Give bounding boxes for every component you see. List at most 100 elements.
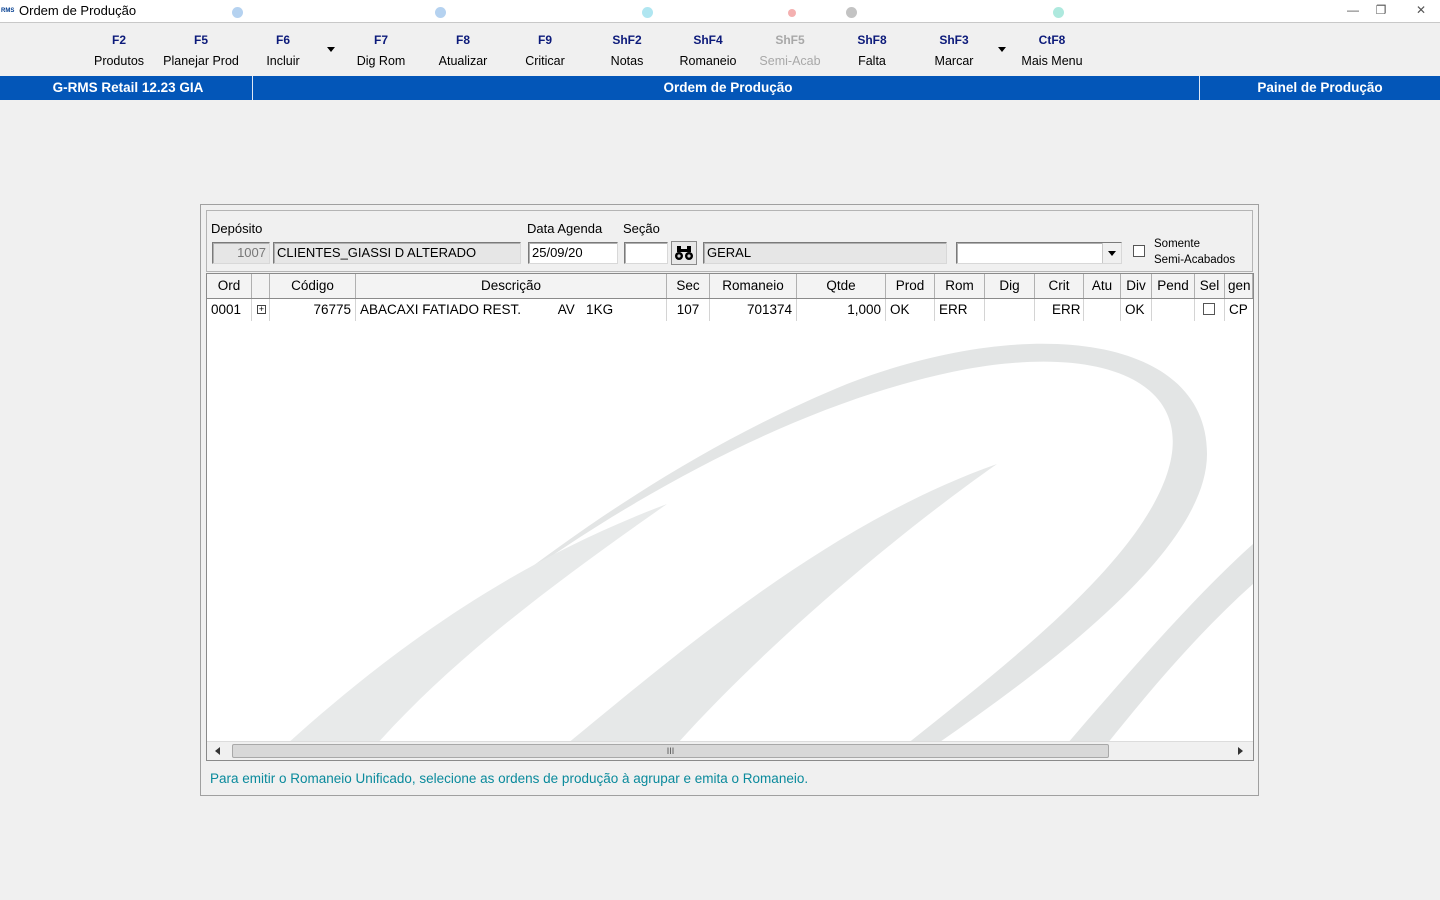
- scroll-left-arrow-icon[interactable]: [215, 747, 220, 755]
- cell-gen: CP: [1229, 302, 1248, 317]
- data-agenda-field[interactable]: 25/09/20: [528, 242, 618, 264]
- app-icon: RMS: [1, 8, 15, 14]
- column-header[interactable]: Rom: [935, 274, 985, 298]
- column-header[interactable]: Prod: [886, 274, 935, 298]
- row-select-checkbox[interactable]: [1203, 303, 1215, 315]
- button-label: Produtos: [93, 54, 145, 68]
- shortcut-key: F2: [111, 33, 126, 47]
- button-label: Planejar Prod: [163, 54, 239, 68]
- criticar-button[interactable]: F9 Criticar: [502, 31, 588, 70]
- column-header[interactable]: Pend: [1152, 274, 1195, 298]
- cell-sec: 107: [667, 299, 710, 321]
- column-header[interactable]: Dig: [985, 274, 1035, 298]
- orders-grid: Ord Código Descrição Sec Romaneio Qtde P…: [206, 273, 1254, 761]
- marcar-button[interactable]: ShF3 Marcar: [911, 31, 997, 70]
- ghost-app-icon: [788, 9, 796, 17]
- binoculars-icon: [675, 246, 693, 260]
- incluir-dropdown-arrow-icon[interactable]: [327, 47, 335, 52]
- chevron-down-icon[interactable]: [1102, 243, 1121, 263]
- shortcut-key: F8: [455, 33, 470, 47]
- planejar-prod-button[interactable]: F5 Planejar Prod: [158, 31, 244, 70]
- scroll-right-arrow-icon[interactable]: [1238, 747, 1243, 755]
- button-label: Notas: [610, 54, 644, 68]
- column-header[interactable]: Sec: [667, 274, 710, 298]
- ghost-app-icon: [1053, 7, 1064, 18]
- shortcut-key: F9: [537, 33, 552, 47]
- hint-message: Para emitir o Romaneio Unificado, seleci…: [210, 771, 809, 786]
- button-label: Criticar: [525, 54, 565, 68]
- button-label: Falta: [858, 54, 886, 68]
- grid-header: Ord Código Descrição Sec Romaneio Qtde P…: [207, 274, 1253, 299]
- filter-group: Depósito 1007 CLIENTES_GIASSI D ALTERADO…: [206, 210, 1253, 272]
- shortcut-key: F5: [193, 33, 208, 47]
- shortcut-key: F6: [275, 33, 290, 47]
- search-binoculars-button[interactable]: [671, 241, 697, 265]
- falta-button[interactable]: ShF8 Falta: [829, 31, 915, 70]
- column-header[interactable]: gen: [1225, 274, 1253, 298]
- semi-acabados-label: Semi-Acabados: [1154, 254, 1236, 266]
- minimize-button[interactable]: —: [1338, 0, 1368, 20]
- restore-button[interactable]: ❐: [1366, 0, 1396, 20]
- shortcut-key: ShF8: [857, 33, 887, 47]
- cell-atu: [1084, 299, 1121, 321]
- somente-semi-acabados-checkbox[interactable]: [1133, 245, 1145, 257]
- column-header[interactable]: Descrição: [356, 274, 667, 298]
- column-header[interactable]: Sel: [1195, 274, 1225, 298]
- table-row[interactable]: 0001 + 76775 ABACAXI FATIADO REST. AV 1K…: [207, 299, 1253, 321]
- scroll-thumb[interactable]: III: [232, 744, 1109, 758]
- cell-crit: ERR: [1035, 299, 1084, 321]
- cell-prod: OK: [886, 299, 935, 321]
- close-button[interactable]: ✕: [1406, 0, 1436, 20]
- button-label: Mais Menu: [1021, 54, 1083, 68]
- deposito-code-field[interactable]: 1007: [212, 242, 270, 264]
- filter-combobox[interactable]: [956, 242, 1122, 264]
- column-header[interactable]: Qtde: [797, 274, 886, 298]
- ghost-app-icon: [232, 7, 243, 18]
- cell-expander: +: [252, 299, 270, 321]
- button-label: Atualizar: [438, 54, 488, 68]
- dig-rom-button[interactable]: F7 Dig Rom: [338, 31, 424, 70]
- product-version: G-RMS Retail 12.23 GIA: [52, 80, 204, 95]
- cell-rom: ERR: [935, 299, 985, 321]
- button-label: Romaneio: [679, 54, 737, 68]
- divider: [252, 76, 253, 100]
- notas-button[interactable]: ShF2 Notas: [584, 31, 670, 70]
- semi-acab-button[interactable]: ShF5 Semi-Acab: [747, 31, 833, 70]
- button-label: Semi-Acab: [759, 54, 821, 68]
- shortcut-key: ShF5: [775, 33, 805, 47]
- column-header[interactable]: Ord: [207, 274, 252, 298]
- expand-plus-icon[interactable]: +: [257, 305, 266, 314]
- romaneio-button[interactable]: ShF4 Romaneio: [665, 31, 751, 70]
- watermark-swoosh: [287, 343, 1253, 744]
- column-header[interactable]: Código: [270, 274, 356, 298]
- secao-field[interactable]: [624, 242, 668, 264]
- horizontal-scrollbar[interactable]: III: [207, 741, 1253, 760]
- cell-div: OK: [1121, 299, 1152, 321]
- cell-qtde: 1,000: [797, 299, 886, 321]
- column-header[interactable]: Atu: [1084, 274, 1121, 298]
- cell-romaneio: 701374: [710, 299, 797, 321]
- somente-label: Somente: [1154, 238, 1201, 250]
- mais-menu-button[interactable]: CtF8 Mais Menu: [1009, 31, 1095, 70]
- background-taskbar-ghost: [160, 4, 1340, 20]
- title-bar: RMS Ordem de Produção — ❐ ✕: [0, 0, 1440, 23]
- atualizar-button[interactable]: F8 Atualizar: [420, 31, 506, 70]
- deposito-name-field: CLIENTES_GIASSI D ALTERADO: [273, 242, 521, 264]
- cell-dig: [985, 299, 1035, 321]
- module-status-bar: G-RMS Retail 12.23 GIA Ordem de Produção…: [0, 76, 1440, 100]
- produtos-button[interactable]: F2 Produtos: [76, 31, 162, 70]
- column-header[interactable]: Romaneio: [710, 274, 797, 298]
- incluir-button[interactable]: F6 Incluir: [240, 31, 326, 70]
- painel-link[interactable]: Painel de Produção: [1200, 76, 1440, 100]
- deposito-label: Depósito: [211, 221, 263, 236]
- column-header[interactable]: [252, 274, 270, 298]
- ghost-app-icon: [846, 7, 857, 18]
- button-label: Incluir: [266, 54, 300, 68]
- marcar-dropdown-arrow-icon[interactable]: [998, 47, 1006, 52]
- shortcut-key: ShF3: [939, 33, 969, 47]
- shortcut-key: ShF4: [693, 33, 723, 47]
- column-header[interactable]: Div: [1121, 274, 1152, 298]
- cell-codigo: 76775: [270, 299, 356, 321]
- toolbar: F2 Produtos F5 Planejar Prod F6 Incluir …: [0, 23, 1440, 76]
- column-header[interactable]: Crit: [1035, 274, 1084, 298]
